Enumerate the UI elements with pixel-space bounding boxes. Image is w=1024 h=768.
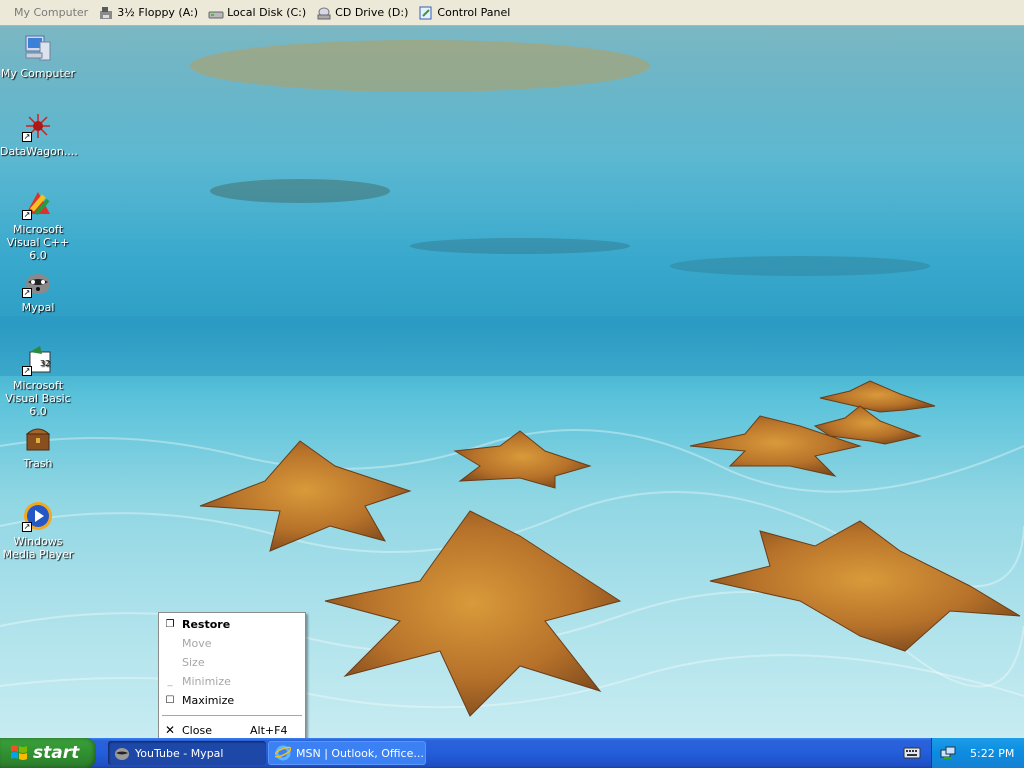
- toolbar-cd-drive[interactable]: CD Drive (D:): [312, 2, 414, 24]
- ie-icon: [275, 745, 291, 761]
- svg-text:32: 32: [40, 359, 50, 368]
- maximize-icon: ☐: [165, 695, 175, 706]
- menu-item-label: Size: [182, 656, 205, 669]
- taskbar-button-msn[interactable]: MSN | Outlook, Office...: [268, 741, 426, 765]
- desktop-icon-mypal[interactable]: ↗ Mypal: [0, 266, 76, 314]
- media-player-icon: ↗: [22, 500, 54, 532]
- menu-item-label: Restore: [182, 618, 231, 631]
- menu-item-maximize[interactable]: ☐ Maximize: [159, 691, 305, 710]
- toolbar-floppy-drive[interactable]: 3½ Floppy (A:): [94, 2, 204, 24]
- menu-item-size: Size: [159, 653, 305, 672]
- toolbar-my-computer[interactable]: My Computer: [0, 2, 94, 24]
- datawagon-icon: ↗: [22, 110, 54, 142]
- window-context-menu: ❐ Restore Move Size _ Minimize ☐ Maximiz…: [158, 612, 306, 745]
- floppy-icon: [100, 6, 113, 19]
- shortcut-arrow-icon: ↗: [22, 522, 32, 532]
- taskbar: start YouTube - Mypal MSN | Outlook, Off…: [0, 738, 1024, 768]
- shortcut-arrow-icon: ↗: [22, 132, 32, 142]
- toolbar-local-disk[interactable]: Local Disk (C:): [204, 2, 312, 24]
- taskbar-button-mypal[interactable]: YouTube - Mypal: [108, 741, 266, 765]
- desktop-icon-label: Windows Media Player: [2, 535, 74, 561]
- desktop-icon-label: Trash: [23, 457, 53, 470]
- menu-item-label: Minimize: [182, 675, 231, 688]
- disk-icon: [208, 11, 224, 18]
- trash-icon: [22, 422, 54, 454]
- desktop-icon-media-player[interactable]: ↗ Windows Media Player: [0, 500, 76, 561]
- my-computer-icon: [22, 32, 54, 64]
- toolbar-label: 3½ Floppy (A:): [117, 6, 199, 19]
- start-button[interactable]: start: [0, 738, 96, 768]
- menu-item-restore[interactable]: ❐ Restore: [159, 615, 305, 634]
- visual-cpp-icon: ↗: [22, 188, 54, 220]
- wallpaper-image: [0, 26, 1024, 717]
- minimize-icon: _: [167, 676, 173, 687]
- drives-toolbar: My Computer 3½ Floppy (A:) Local Disk (C…: [0, 0, 1024, 26]
- toolbar-label: Local Disk (C:): [227, 6, 307, 19]
- shortcut-arrow-icon: ↗: [22, 366, 32, 376]
- menu-separator: [162, 715, 302, 716]
- system-tray: 5:22 PM: [931, 738, 1024, 768]
- clock[interactable]: 5:22 PM: [970, 747, 1014, 760]
- desktop-icon-label: Mypal: [21, 301, 55, 314]
- taskbar-button-label: MSN | Outlook, Office...: [296, 746, 424, 760]
- start-label: start: [33, 743, 80, 763]
- menu-item-label: Close: [182, 724, 212, 737]
- shortcut-arrow-icon: ↗: [22, 210, 32, 220]
- menu-item-move: Move: [159, 634, 305, 653]
- menu-item-label: Move: [182, 637, 212, 650]
- toolbar-label: Control Panel: [437, 6, 511, 19]
- control-panel-icon: [419, 6, 432, 19]
- network-icon[interactable]: [940, 745, 956, 761]
- desktop-icon-visual-basic[interactable]: 32 ↗ Microsoft Visual Basic 6.0: [0, 344, 76, 418]
- menu-item-minimize: _ Minimize: [159, 672, 305, 691]
- windows-logo-icon: [10, 744, 28, 762]
- desktop-icon-label: Microsoft Visual C++ 6.0: [6, 223, 70, 262]
- taskbar-button-label: YouTube - Mypal: [135, 746, 224, 760]
- visual-basic-icon: 32 ↗: [22, 344, 54, 376]
- cd-icon: [317, 7, 331, 19]
- toolbar-control-panel[interactable]: Control Panel: [414, 2, 516, 24]
- menu-item-label: Maximize: [182, 694, 235, 707]
- desktop-icon-my-computer[interactable]: My Computer: [0, 32, 76, 80]
- keyboard-icon[interactable]: [903, 746, 921, 760]
- desktop-icon-trash[interactable]: Trash: [0, 422, 76, 470]
- desktop-icon-datawagon[interactable]: ↗ DataWagon....: [0, 110, 78, 158]
- restore-icon: ❐: [165, 619, 175, 630]
- desktop-icon-visual-cpp[interactable]: ↗ Microsoft Visual C++ 6.0: [0, 188, 76, 262]
- toolbar-label: CD Drive (D:): [335, 6, 409, 19]
- desktop-icon-label: DataWagon....: [0, 145, 78, 158]
- mypal-icon: ↗: [22, 266, 54, 298]
- toolbar-label: My Computer: [14, 6, 89, 19]
- mypal-icon: [115, 748, 129, 760]
- desktop-icon-label: My Computer: [0, 67, 76, 80]
- desktop[interactable]: My Computer ↗ DataWagon.... ↗ Microsoft …: [0, 26, 1024, 738]
- shortcut-arrow-icon: ↗: [22, 288, 32, 298]
- desktop-icon-label: Microsoft Visual Basic 6.0: [5, 379, 71, 418]
